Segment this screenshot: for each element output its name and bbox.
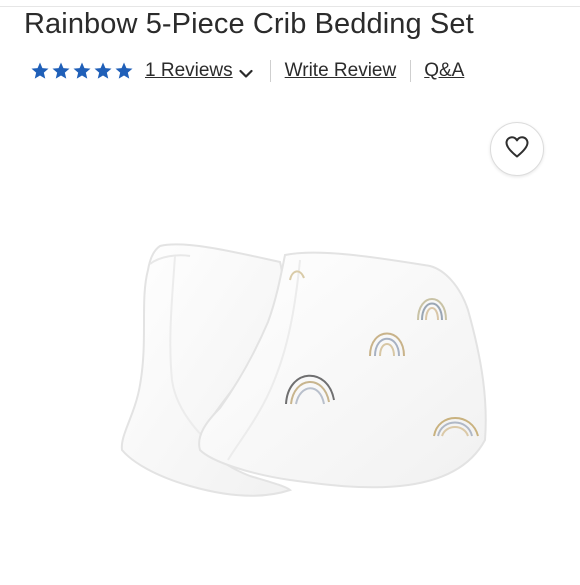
star-icon [30,61,50,81]
rating-row: 1 Reviews Write Review Q&A [30,56,464,86]
star-rating [30,61,134,81]
wishlist-button[interactable] [490,122,544,176]
star-icon [72,61,92,81]
divider [269,60,271,82]
reviews-dropdown[interactable]: 1 Reviews [145,60,253,82]
star-icon [51,61,71,81]
top-divider [0,0,580,7]
star-icon [93,61,113,81]
reviews-count-link[interactable]: 1 Reviews [145,60,233,82]
qa-link[interactable]: Q&A [424,60,464,82]
divider [410,60,412,82]
write-review-link[interactable]: Write Review [285,60,397,82]
product-image [0,200,580,580]
heart-outline-icon [504,135,530,164]
product-title: Rainbow 5-Piece Crib Bedding Set [24,8,474,40]
star-icon [114,61,134,81]
chevron-down-icon[interactable] [239,66,253,78]
